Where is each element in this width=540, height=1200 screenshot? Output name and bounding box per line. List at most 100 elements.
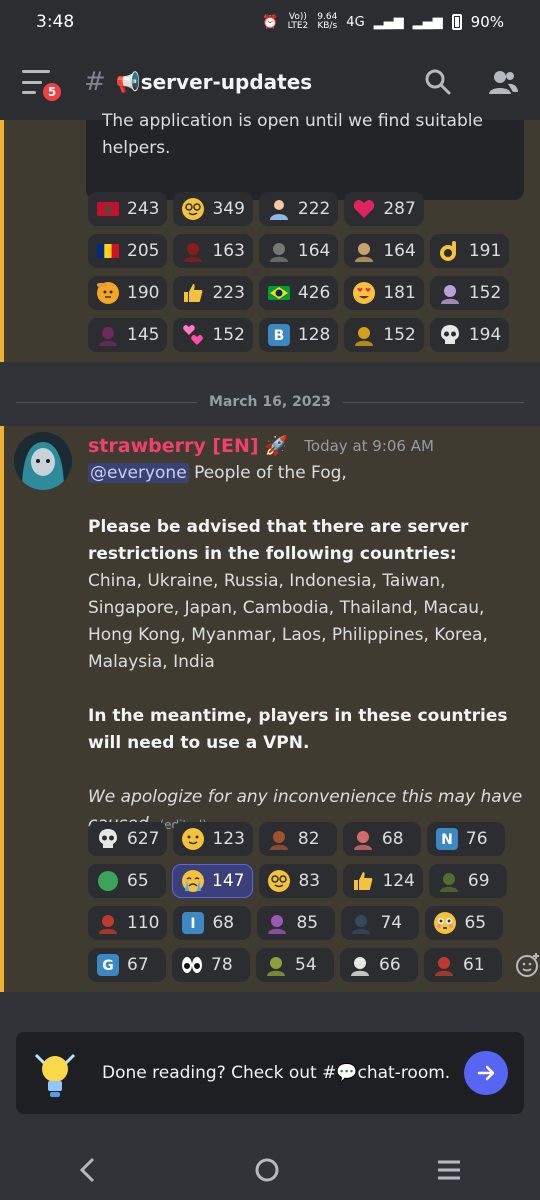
reaction-button[interactable]: 110 (88, 906, 168, 940)
reaction-row: 110 I 68 85 74 65 (88, 906, 540, 940)
notification-badge: 5 (40, 80, 64, 104)
svg-text:G: G (102, 958, 114, 974)
go-to-channel-button[interactable] (464, 1051, 508, 1095)
reaction-grid: 627 123 82 68 N 76 65 147 83 124 69 110 I 68 85 74 65 G 67… (88, 822, 540, 982)
flag-icon (96, 197, 120, 221)
battery-icon (451, 14, 462, 30)
reaction-count: 627 (127, 829, 160, 849)
reaction-count: 83 (298, 871, 321, 891)
reaction-count: 74 (380, 913, 403, 933)
avatar-icon (96, 911, 120, 935)
hash-icon: # (84, 67, 106, 97)
nerd-icon (181, 197, 205, 221)
reaction-button[interactable]: 164 (344, 234, 424, 268)
avatar-icon (348, 953, 372, 977)
read-prompt: Done reading? Check out #💬chat-room. (16, 1032, 524, 1114)
flushed-icon (433, 911, 457, 935)
reaction-button[interactable]: 627 (88, 822, 168, 856)
reaction-button[interactable]: 190 (88, 276, 168, 310)
reaction-button[interactable]: 82 (258, 822, 337, 856)
reaction-button[interactable]: 65 (88, 864, 166, 898)
reaction-button[interactable]: 152 (173, 318, 253, 352)
reaction-button[interactable]: I 68 (173, 906, 252, 940)
reaction-button[interactable]: B 128 (258, 318, 339, 352)
reaction-button[interactable]: 152 (429, 276, 510, 310)
reaction-count: 68 (381, 829, 404, 849)
reaction-button[interactable]: 205 (88, 234, 168, 268)
reaction-button[interactable]: 54 (256, 948, 334, 982)
avatar-icon (352, 323, 376, 347)
reaction-count: 163 (212, 241, 245, 261)
recents-icon[interactable] (436, 1159, 462, 1181)
avatar-icon (267, 827, 291, 851)
reaction-button[interactable]: 145 (88, 318, 168, 352)
reaction-button[interactable]: 222 (258, 192, 339, 226)
avatar[interactable] (14, 432, 72, 490)
reaction-button[interactable]: 243 (88, 192, 168, 226)
avatar-icon (351, 827, 375, 851)
network-type: 4G (346, 14, 365, 30)
reaction-count: 349 (212, 199, 245, 219)
reaction-count: 110 (127, 913, 160, 933)
reaction-button[interactable]: N 76 (426, 822, 505, 856)
reaction-button[interactable]: 78 (172, 948, 250, 982)
reaction-count: 69 (467, 871, 490, 891)
reaction-button[interactable]: 83 (259, 864, 338, 898)
avatar-icon (264, 953, 288, 977)
reaction-button[interactable]: 61 (424, 948, 502, 982)
reaction-button[interactable]: 74 (341, 906, 420, 940)
reaction-button[interactable]: 152 (344, 318, 424, 352)
notice-bold: Please be advised that there are server … (88, 517, 469, 564)
reaction-button[interactable]: 124 (343, 864, 423, 898)
battery-percent: 90% (470, 13, 504, 31)
reaction-count: 66 (379, 955, 401, 975)
volte-indicator: Vo)) LTE2 (287, 12, 309, 31)
reaction-button[interactable]: 349 (173, 192, 253, 226)
back-icon[interactable] (78, 1157, 98, 1183)
arrow-right-icon (477, 1065, 495, 1081)
menu-button[interactable]: 5 (22, 70, 64, 104)
reaction-count: 76 (465, 829, 488, 849)
skull-icon (96, 827, 120, 851)
hearts-icon (181, 323, 205, 347)
reaction-button[interactable]: 191 (429, 234, 510, 268)
members-icon[interactable] (488, 68, 518, 96)
reaction-button[interactable]: 223 (173, 276, 253, 310)
letter-b-icon: B (267, 323, 291, 347)
reaction-button[interactable]: 85 (257, 906, 336, 940)
username[interactable]: strawberry [EN] (88, 435, 259, 457)
add-reaction-icon (516, 953, 539, 977)
status-icons: ⏰ Vo)) LTE2 9.64 KB/s 4G ▂▄▆ ▂▄▆ 90% (262, 12, 504, 32)
skull-icon (438, 323, 462, 347)
reaction-button[interactable]: 287 (344, 192, 424, 226)
letter-g-icon: G (96, 953, 120, 977)
status-bar: 3:48 ⏰ Vo)) LTE2 9.64 KB/s 4G ▂▄▆ ▂▄▆ 90% (0, 0, 540, 44)
reaction-button[interactable]: 68 (342, 822, 421, 856)
read-prompt-text[interactable]: Done reading? Check out #💬chat-room. (102, 1063, 450, 1083)
country-list: China, Ukraine, Russia, Indonesia, Taiwa… (88, 571, 488, 672)
reaction-button[interactable]: 164 (258, 234, 339, 268)
highlight-bar (0, 120, 4, 362)
home-icon[interactable] (254, 1157, 280, 1183)
search-icon[interactable] (424, 68, 452, 96)
reaction-count: 164 (383, 241, 416, 261)
reaction-button[interactable]: 66 (340, 948, 418, 982)
green-circle-icon (96, 869, 120, 893)
embed-line: helpers. (102, 138, 171, 158)
reaction-button[interactable]: 69 (428, 864, 507, 898)
reaction-button[interactable]: 147 (172, 864, 254, 898)
reaction-button[interactable]: 65 (425, 906, 504, 940)
reaction-button[interactable]: 123 (173, 822, 253, 856)
reaction-count: 287 (383, 199, 416, 219)
reaction-button[interactable]: 163 (173, 234, 253, 268)
reaction-button[interactable]: 194 (429, 318, 510, 352)
reaction-button[interactable]: G 67 (88, 948, 166, 982)
reaction-button[interactable]: 181 (344, 276, 424, 310)
mention[interactable]: @everyone (88, 463, 189, 483)
reaction-row: 627 123 82 68 N 76 (88, 822, 540, 856)
reaction-button[interactable]: 426 (258, 276, 339, 310)
avatar-icon (349, 911, 373, 935)
reaction-count: 152 (468, 283, 502, 303)
reaction-count: 190 (127, 283, 160, 303)
add-reaction-button[interactable] (508, 948, 540, 982)
